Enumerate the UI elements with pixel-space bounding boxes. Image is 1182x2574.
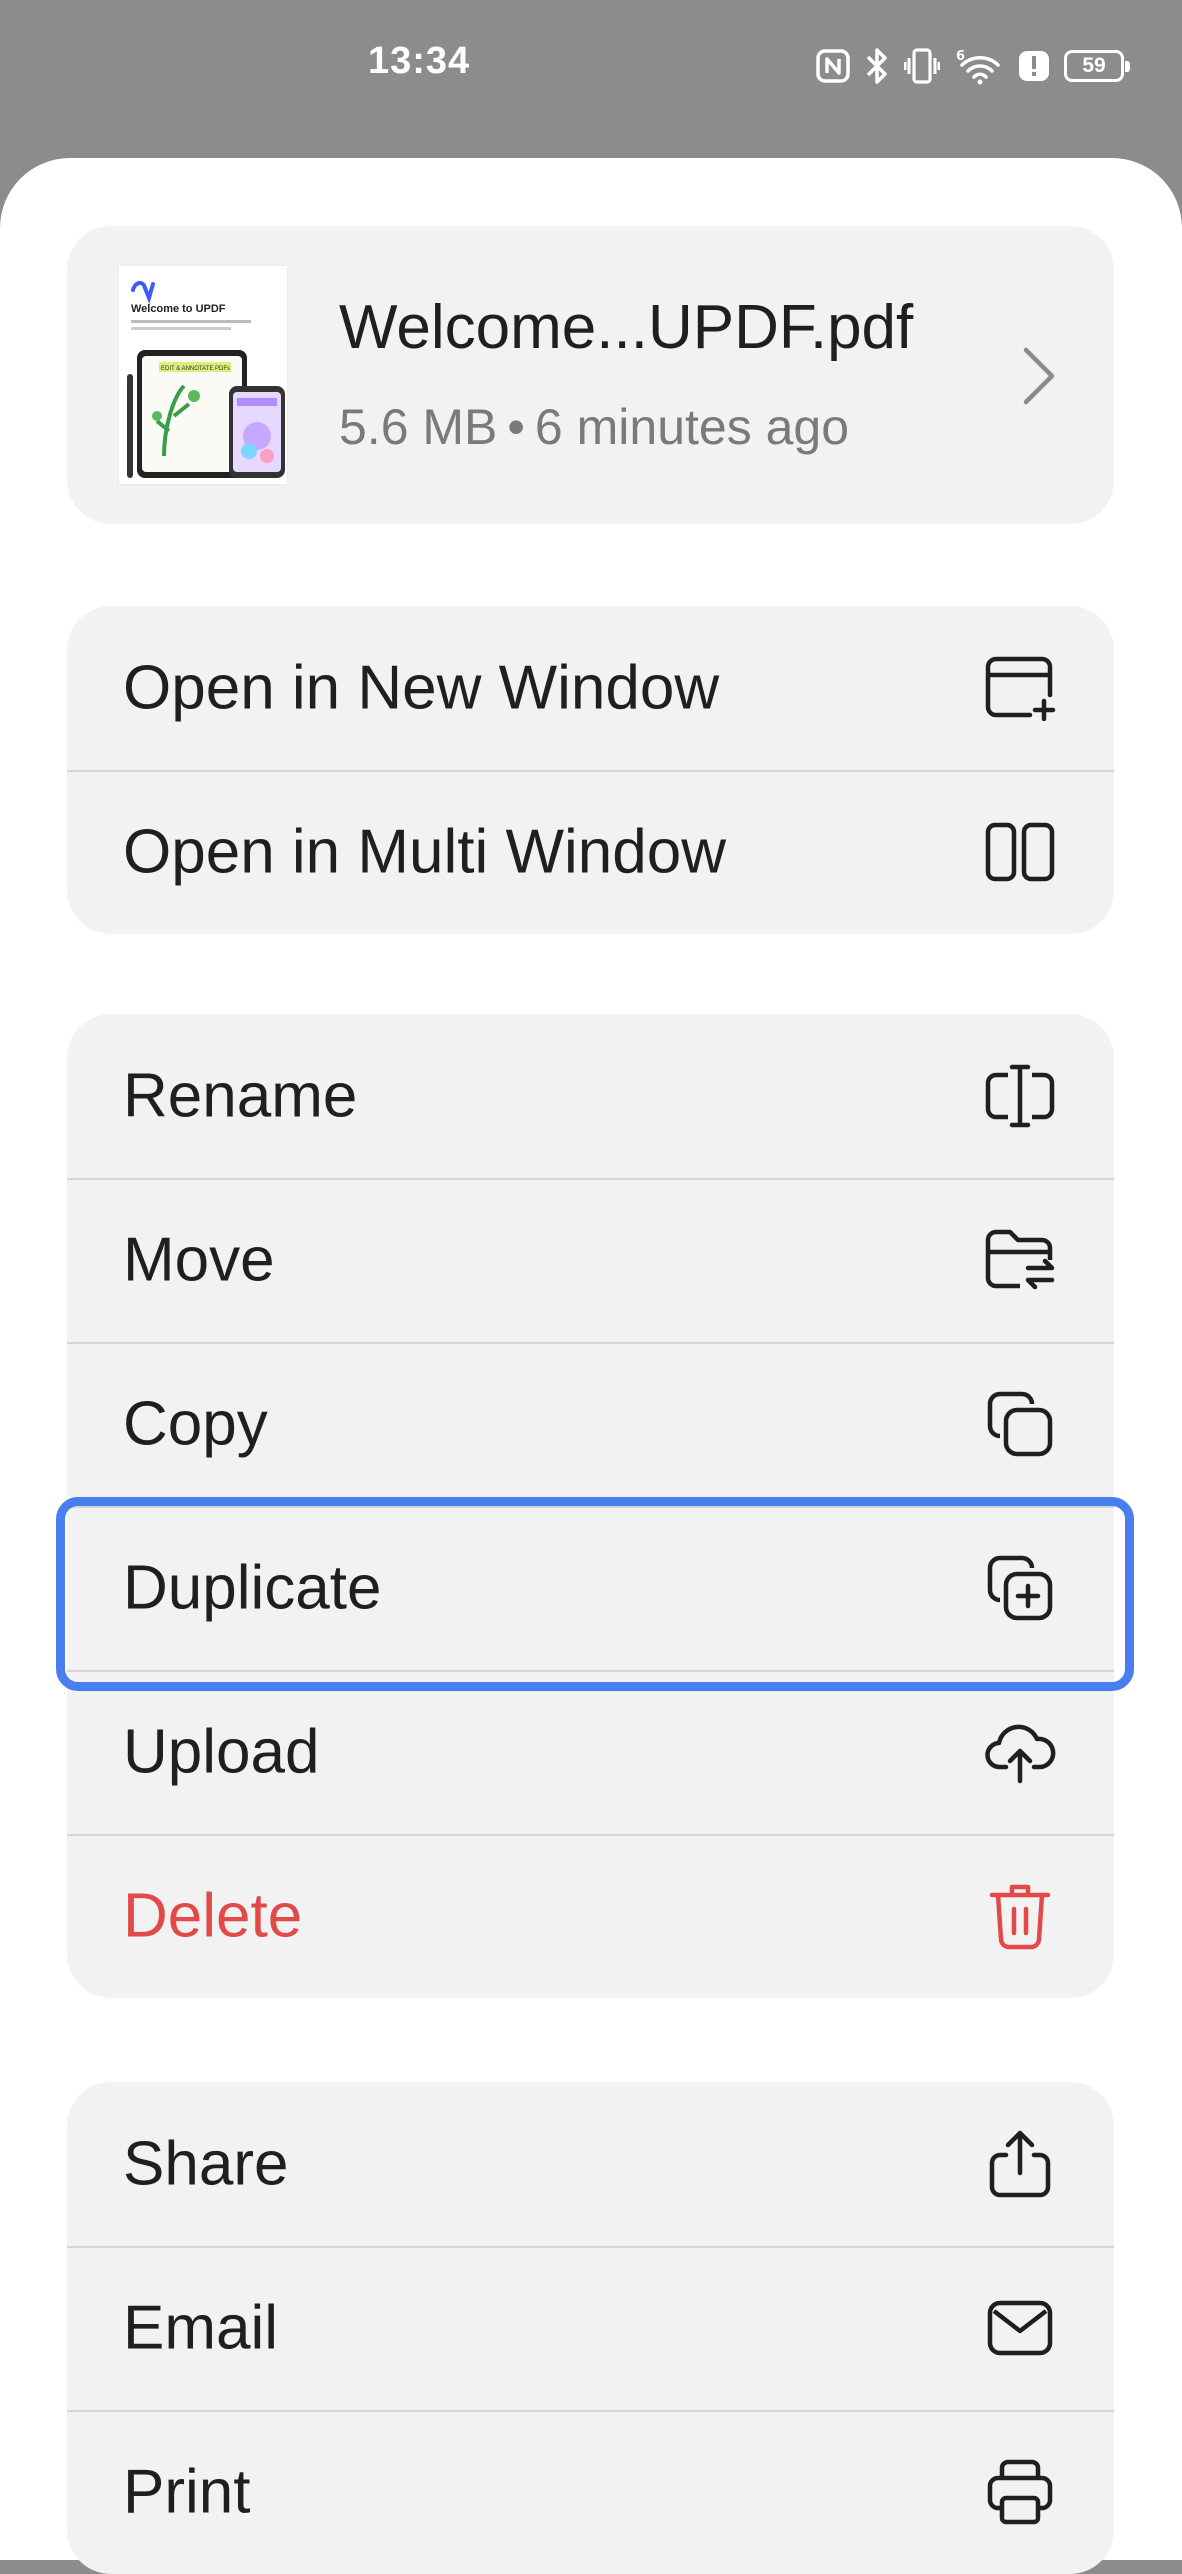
file-info-card[interactable]: Welcome to UPDF EDIT & ANNOTATE PDFs Wel… <box>67 226 1114 524</box>
status-time: 13:34 <box>368 40 471 82</box>
item-label: Move <box>123 1225 275 1295</box>
meta-separator: • <box>507 399 525 455</box>
delete-item[interactable]: Delete <box>67 1834 1114 1998</box>
email-icon <box>982 2290 1058 2366</box>
item-label: Email <box>123 2293 279 2363</box>
file-name: Welcome...UPDF.pdf <box>339 293 914 362</box>
file-thumbnail: Welcome to UPDF EDIT & ANNOTATE PDFs <box>119 266 287 484</box>
wifi-6-icon: 6 <box>954 47 1004 85</box>
item-label: Copy <box>123 1389 268 1459</box>
multi-window-icon <box>982 814 1058 890</box>
file-meta: 5.6 MB • 6 minutes ago <box>339 398 849 456</box>
share-options-group: Share Email Print <box>67 2082 1114 2574</box>
cloud-upload-icon <box>982 1714 1058 1790</box>
open-in-new-window-item[interactable]: Open in New Window <box>67 606 1114 770</box>
email-item[interactable]: Email <box>67 2246 1114 2410</box>
share-icon <box>982 2126 1058 2202</box>
trash-icon <box>982 1878 1058 1954</box>
move-item[interactable]: Move <box>67 1178 1114 1342</box>
item-label: Share <box>123 2129 289 2199</box>
rename-item[interactable]: Rename <box>67 1014 1114 1178</box>
item-label: Open in Multi Window <box>123 817 727 887</box>
item-label: Upload <box>123 1717 320 1787</box>
move-folder-icon <box>982 1222 1058 1298</box>
duplicate-item[interactable]: Duplicate <box>67 1506 1114 1670</box>
print-icon <box>982 2454 1058 2530</box>
battery-icon: 59 <box>1064 50 1130 82</box>
status-bar: 13:34 6 59 <box>0 0 1182 150</box>
item-label: Print <box>123 2457 251 2527</box>
vibrate-icon <box>904 47 940 85</box>
file-modified: 6 minutes ago <box>534 399 850 455</box>
alert-icon <box>1018 50 1050 82</box>
upload-item[interactable]: Upload <box>67 1670 1114 1834</box>
window-options-group: Open in New Window Open in Multi Window <box>67 606 1114 934</box>
status-icons: 6 59 <box>816 44 1130 88</box>
new-window-icon <box>982 650 1058 726</box>
item-label: Rename <box>123 1061 358 1131</box>
chevron-right-icon <box>1018 344 1058 413</box>
duplicate-icon <box>982 1550 1058 1626</box>
item-label: Delete <box>123 1881 303 1951</box>
nfc-icon <box>816 49 850 83</box>
copy-item[interactable]: Copy <box>67 1342 1114 1506</box>
file-size: 5.6 MB <box>339 399 498 455</box>
thumbnail-title: Welcome to UPDF <box>131 303 226 315</box>
print-item[interactable]: Print <box>67 2410 1114 2574</box>
copy-icon <box>982 1386 1058 1462</box>
open-in-multi-window-item[interactable]: Open in Multi Window <box>67 770 1114 934</box>
item-label: Duplicate <box>123 1553 382 1623</box>
share-item[interactable]: Share <box>67 2082 1114 2246</box>
file-operations-group: Rename Move Copy Duplicate Upload Delete <box>67 1014 1114 1998</box>
rename-icon <box>982 1058 1058 1134</box>
battery-level: 59 <box>1082 54 1106 77</box>
thumbnail-banner: EDIT & ANNOTATE PDFs <box>161 366 230 372</box>
item-label: Open in New Window <box>123 653 720 723</box>
bluetooth-icon <box>864 47 890 85</box>
